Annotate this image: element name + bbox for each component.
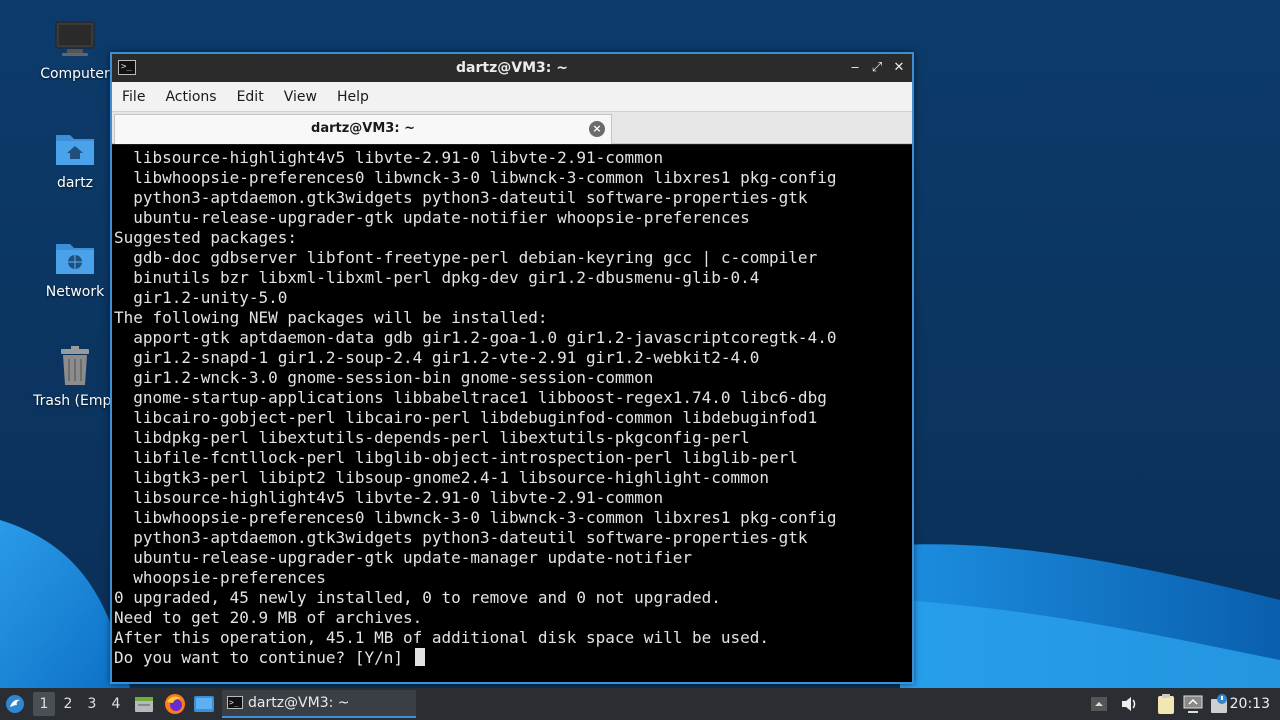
workspace-4[interactable]: 4 [105, 692, 127, 716]
computer-icon [55, 21, 95, 56]
file-manager-icon[interactable] [134, 694, 154, 714]
terminal-window[interactable]: >_ dartz@VM3: ~ ‒ ⤢ ✕ File Actions Edit Vie… [110, 52, 914, 684]
terminal-prompt-line[interactable]: Do you want to continue? [Y/n] [114, 648, 912, 668]
menu-help[interactable]: Help [327, 82, 379, 112]
terminal-line: libsource-highlight4v5 libvte-2.91-0 lib… [114, 148, 664, 167]
terminal-line: gdb-doc gdbserver libfont-freetype-perl … [114, 248, 818, 267]
menubar: File Actions Edit View Help [112, 82, 912, 112]
workspace-3[interactable]: 3 [81, 692, 103, 716]
network-folder-icon [56, 244, 94, 274]
taskbar-task-terminal[interactable]: >_ dartz@VM3: ~ [222, 690, 416, 718]
terminal-line: binutils bzr libxml-libxml-perl dpkg-dev… [114, 268, 760, 287]
menu-edit[interactable]: Edit [227, 82, 274, 112]
taskbar-task-label: dartz@VM3: ~ [248, 695, 350, 711]
terminal-line: libgtk3-perl libipt2 libsoup-gnome2.4-1 … [114, 468, 770, 487]
start-menu-icon[interactable] [5, 694, 25, 714]
trash-icon [61, 346, 89, 385]
workspace-2[interactable]: 2 [57, 692, 79, 716]
terminal-line: gir1.2-snapd-1 gir1.2-soup-2.4 gir1.2-vt… [114, 348, 760, 367]
terminal-line: apport-gtk aptdaemon-data gdb gir1.2-goa… [114, 328, 837, 347]
show-desktop-icon[interactable] [193, 695, 215, 713]
maximize-button[interactable]: ⤢ [868, 59, 886, 77]
terminal-icon: >_ [227, 696, 243, 709]
terminal-line: After this operation, 45.1 MB of additio… [114, 628, 770, 647]
terminal-line: gir1.2-unity-5.0 [114, 288, 288, 307]
menu-view[interactable]: View [274, 82, 327, 112]
terminal-line: ubuntu-release-upgrader-gtk update-notif… [114, 208, 750, 227]
menu-actions[interactable]: Actions [155, 82, 226, 112]
terminal-line: python3-aptdaemon.gtk3widgets python3-da… [114, 528, 808, 547]
taskbar: 1 2 3 4 >_ dartz@VM3: ~ 20:13 [0, 688, 1280, 720]
terminal-line: libsource-highlight4v5 libvte-2.91-0 lib… [114, 488, 664, 507]
tray-arrow-icon[interactable] [1090, 696, 1108, 712]
tab-bar: dartz@VM3: ~ × [112, 112, 912, 144]
window-titlebar[interactable]: >_ dartz@VM3: ~ ‒ ⤢ ✕ [112, 54, 912, 82]
close-button[interactable]: ✕ [890, 59, 908, 77]
clock[interactable]: 20:13 [1230, 688, 1270, 720]
terminal-line: gnome-startup-applications libbabeltrace… [114, 388, 827, 407]
minimize-button[interactable]: ‒ [846, 59, 864, 77]
terminal-line: python3-aptdaemon.gtk3widgets python3-da… [114, 188, 808, 207]
terminal-line: ubuntu-release-upgrader-gtk update-manag… [114, 548, 692, 567]
tab-label: dartz@VM3: ~ [311, 121, 415, 136]
home-folder-icon [56, 135, 94, 165]
terminal-line: 0 upgraded, 45 newly installed, 0 to rem… [114, 588, 721, 607]
terminal-line: whoopsie-preferences [114, 568, 326, 587]
terminal-scrollbar[interactable] [908, 145, 912, 682]
terminal-line: The following NEW packages will be insta… [114, 308, 548, 327]
terminal-line: libwhoopsie-preferences0 libwnck-3-0 lib… [114, 508, 837, 527]
workspace-1[interactable]: 1 [33, 692, 55, 716]
terminal-line: libdpkg-perl libextutils-depends-perl li… [114, 428, 750, 447]
terminal-line: Suggested packages: [114, 228, 298, 247]
tab-terminal[interactable]: dartz@VM3: ~ × [114, 114, 612, 144]
window-title: dartz@VM3: ~ [456, 60, 568, 76]
tab-close-icon[interactable]: × [589, 121, 605, 137]
menu-file[interactable]: File [112, 82, 155, 112]
terminal-prompt: Do you want to continue? [Y/n] [114, 648, 413, 667]
terminal-output[interactable]: libsource-highlight4v5 libvte-2.91-0 lib… [112, 145, 912, 682]
terminal-line: libcairo-gobject-perl libcairo-perl libd… [114, 408, 818, 427]
terminal-cursor [414, 648, 425, 666]
network-tray-icon[interactable] [1183, 695, 1203, 713]
update-notifier-icon[interactable] [1209, 693, 1229, 715]
terminal-line: libwhoopsie-preferences0 libwnck-3-0 lib… [114, 168, 837, 187]
terminal-line: Need to get 20.9 MB of archives. [114, 608, 423, 627]
firefox-icon[interactable] [164, 693, 186, 715]
clipboard-icon[interactable] [1156, 693, 1176, 715]
terminal-line: gir1.2-wnck-3.0 gnome-session-bin gnome-… [114, 368, 654, 387]
volume-icon[interactable] [1120, 695, 1138, 713]
terminal-line: libfile-fcntllock-perl libglib-object-in… [114, 448, 798, 467]
